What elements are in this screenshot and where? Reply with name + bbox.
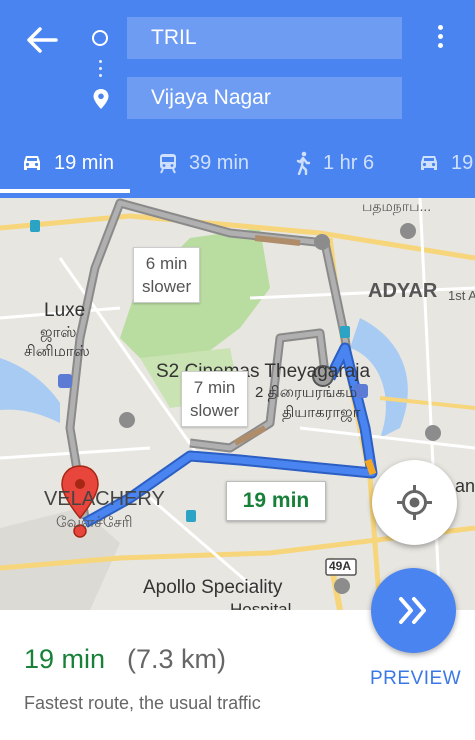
alt-route-eta-2[interactable]: 7 min slower	[181, 371, 249, 427]
route-description: Fastest route, the usual traffic	[24, 693, 261, 713]
map-label-adyar: ADYAR	[368, 280, 438, 302]
route-time: 19 min	[24, 644, 106, 674]
transit-icon	[160, 154, 176, 174]
map-label-top-tamil: பதமநாப...	[362, 198, 432, 214]
temple-poi-icon	[119, 412, 135, 428]
map-label-luxe-cinemas-tamil: சினிமாஸ்	[24, 343, 90, 360]
transit-poi-icon	[340, 326, 350, 338]
back-arrow-icon[interactable]	[22, 22, 62, 58]
double-chevron-right-icon	[399, 597, 426, 624]
water-area	[0, 358, 60, 423]
transit-poi-icon	[186, 510, 196, 522]
origin-input[interactable]: TRIL	[127, 17, 402, 59]
alt-route-eta-2-time: 7 min	[193, 378, 236, 397]
temple-poi-icon	[334, 578, 350, 594]
tab-walking-label: 1 hr 6	[323, 151, 375, 174]
route-distance: (7.3 km)	[127, 644, 227, 674]
alt-route-eta-1-note: slower	[142, 277, 192, 296]
overflow-menu-icon[interactable]	[433, 25, 447, 55]
cinema-poi-icon	[58, 374, 72, 388]
cab-icon	[421, 156, 437, 170]
walk-icon	[296, 151, 311, 175]
car-icon	[24, 156, 40, 170]
directions-header: TRIL Vijaya Nagar 19 min 39 min 1 hr 6 1…	[0, 0, 475, 198]
temple-poi-icon	[425, 425, 441, 441]
tab-transit[interactable]: 39 min	[157, 138, 249, 188]
temple-poi-icon	[400, 223, 416, 239]
preview-button[interactable]	[371, 568, 456, 653]
map-label-luxe: Luxe	[44, 300, 86, 321]
origin-circle-icon	[92, 30, 108, 46]
alt-route-eta-2-note: slower	[190, 401, 240, 420]
active-tab-indicator	[0, 189, 130, 193]
route-dots-icon	[99, 60, 103, 81]
destination-pin-icon	[93, 89, 109, 109]
map-label-velachery-tamil: வேளச்சேரி	[56, 514, 133, 531]
alt-route-eta-1[interactable]: 6 min slower	[133, 247, 201, 303]
map-label-edge: an	[455, 476, 475, 496]
tab-driving-label: 19 min	[54, 151, 115, 174]
alt-route-eta-1-time: 6 min	[145, 254, 188, 273]
map-label-hospital: Hospital	[230, 600, 292, 610]
my-location-button[interactable]	[372, 460, 457, 545]
my-location-icon	[397, 485, 432, 520]
map-label-apollo: Apollo Speciality	[143, 577, 283, 598]
tab-cab[interactable]: 19	[417, 138, 473, 188]
preview-label[interactable]: PREVIEW	[370, 668, 461, 690]
map-label-luxe-tamil: ஜாஸ்	[40, 324, 77, 341]
tab-transit-label: 39 min	[189, 151, 250, 174]
destination-input[interactable]: Vijaya Nagar	[127, 77, 402, 119]
tab-walking[interactable]: 1 hr 6	[293, 138, 374, 188]
travel-mode-tabs: 19 min 39 min 1 hr 6 19	[0, 138, 475, 188]
tab-driving[interactable]: 19 min	[20, 138, 114, 188]
temple-poi-icon	[314, 234, 330, 250]
map-label-velachery: VELACHERY	[44, 488, 165, 510]
main-route-eta[interactable]: 19 min	[226, 481, 326, 521]
highway-shield-label: 49A	[329, 559, 352, 573]
transit-poi-icon	[30, 220, 40, 232]
map-label-1st-ave: 1st A	[448, 288, 475, 303]
map-label-s2-tamil: 2 திரையரங்கம்	[255, 384, 358, 401]
map-label-theyagaraja-tamil: தியாகராஜா	[282, 404, 361, 421]
tab-cab-label: 19	[451, 151, 474, 174]
